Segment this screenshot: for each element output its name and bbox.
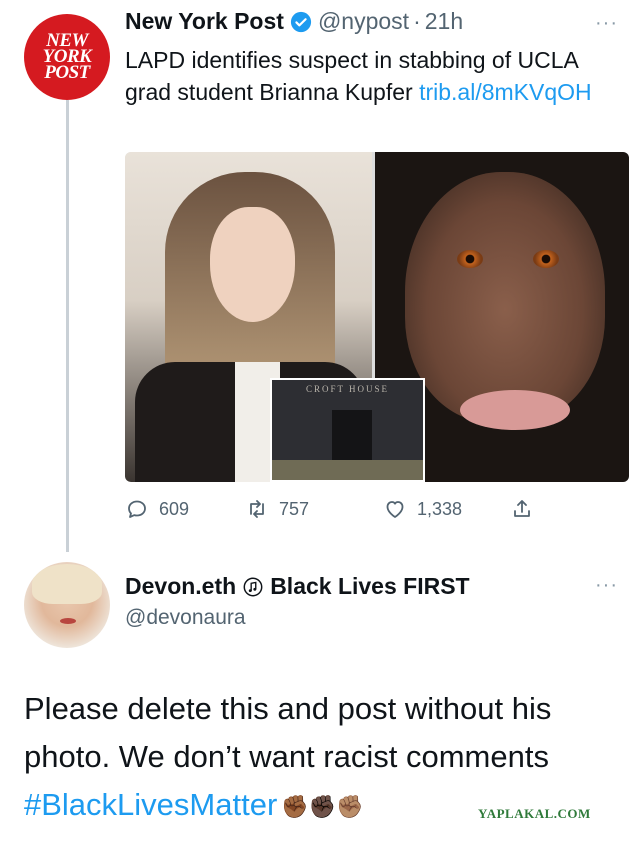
tweet-header: New York Post @nypost · 21h — [125, 8, 463, 35]
reply-icon — [128, 500, 146, 518]
site-watermark: YAPLAKAL.COM — [478, 806, 591, 821]
reply-button[interactable]: 609 — [125, 497, 189, 521]
raised-fists-emoji: ✊🏾✊🏿✊🏽 — [281, 793, 364, 819]
reply-more-options-icon[interactable]: ··· — [595, 574, 618, 597]
storefront-sign: CROFT HOUSE — [305, 384, 390, 394]
tweet-action-bar: 609 757 1,338 — [125, 497, 545, 527]
music-disc-icon — [243, 577, 263, 596]
heart-icon — [386, 501, 404, 518]
tweet-media-image[interactable]: CROFT HOUSE — [125, 152, 629, 482]
share-button[interactable] — [510, 497, 544, 521]
retweet-count: 757 — [279, 498, 310, 519]
reply-author-name[interactable]: Devon.eth — [125, 573, 236, 600]
reply-author-name-suffix: Black Lives FIRST — [270, 573, 470, 599]
storefront-inset-photo: CROFT HOUSE — [270, 378, 425, 482]
share-icon — [514, 500, 530, 517]
retweet-icon — [250, 500, 264, 518]
reply-body: Please delete this and post without his … — [24, 691, 552, 774]
hashtag-link[interactable]: #BlackLivesMatter — [24, 787, 277, 822]
author-name[interactable]: New York Post — [125, 8, 284, 35]
reply-author-row: Devon.eth Black Lives FIRST — [125, 573, 470, 600]
retweet-button[interactable]: 757 — [245, 497, 309, 521]
like-count: 1,338 — [417, 498, 463, 519]
author-handle[interactable]: @nypost — [318, 8, 409, 35]
verified-badge-icon — [290, 11, 312, 32]
tweet-timestamp[interactable]: 21h — [425, 8, 463, 35]
thread-connector-line — [66, 100, 69, 552]
nypost-logo: NEW YORK POST — [42, 30, 92, 83]
reply-author-handle[interactable]: @devonaura — [125, 606, 246, 630]
separator-dot: · — [413, 8, 421, 34]
tweet-text: LAPD identifies suspect in stabbing of U… — [125, 44, 605, 108]
reply-count: 609 — [159, 498, 190, 519]
devon-avatar[interactable] — [24, 562, 110, 648]
tweet-link[interactable]: trib.al/8mKVqOH — [419, 79, 592, 105]
like-button[interactable]: 1,338 — [383, 497, 462, 521]
more-options-icon[interactable]: ··· — [595, 12, 618, 35]
nypost-avatar[interactable]: NEW YORK POST — [24, 14, 110, 100]
